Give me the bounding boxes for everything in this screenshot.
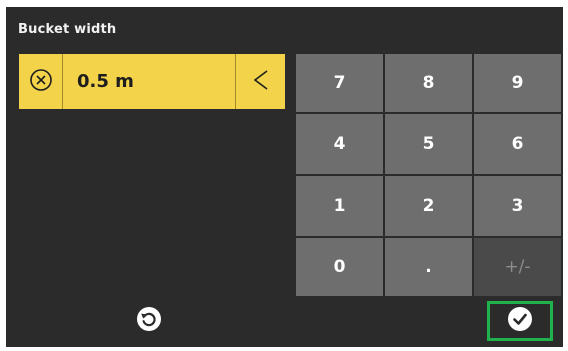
key-8[interactable]: 8 [385, 54, 472, 112]
key-5[interactable]: 5 [385, 114, 472, 174]
key-0[interactable]: 0 [296, 238, 383, 296]
reset-button[interactable] [132, 304, 166, 338]
footer-bar [6, 296, 563, 347]
checkmark-icon [507, 306, 533, 336]
key-2[interactable]: 2 [385, 176, 472, 236]
chevron-left-icon [250, 68, 272, 96]
key-6[interactable]: 6 [474, 114, 561, 174]
reset-icon [136, 306, 162, 336]
backspace-button[interactable] [235, 54, 285, 109]
key-7[interactable]: 7 [296, 54, 383, 112]
value-input-field[interactable]: 0.5 m [19, 54, 285, 109]
key-1[interactable]: 1 [296, 176, 383, 236]
key-decimal[interactable]: . [385, 238, 472, 296]
key-4[interactable]: 4 [296, 114, 383, 174]
input-value: 0.5 m [77, 71, 134, 92]
clear-circle-x-icon [29, 68, 53, 96]
key-9[interactable]: 9 [474, 54, 561, 112]
bucket-width-dialog: Bucket width 0.5 m 7 8 9 4 5 6 1 2 3 0 .… [6, 7, 563, 347]
clear-button[interactable] [19, 54, 63, 109]
key-3[interactable]: 3 [474, 176, 561, 236]
confirm-button[interactable] [487, 301, 553, 341]
key-plus-minus: +/- [474, 238, 561, 296]
numeric-keypad: 7 8 9 4 5 6 1 2 3 0 . +/- [296, 54, 561, 296]
dialog-title: Bucket width [18, 22, 117, 37]
